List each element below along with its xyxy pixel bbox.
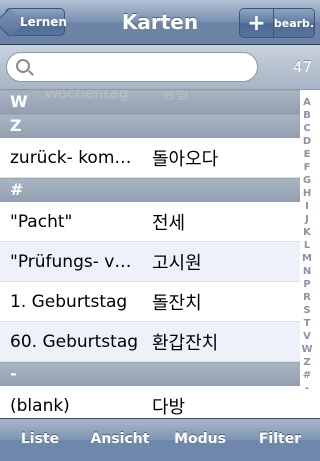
section-header: # [0,178,300,202]
list-item[interactable]: "Prüfungs- v… 고시원 [0,242,300,282]
card-list[interactable]: W Wochentag 평일 Z zurück- kom… 돌아오다 # "Pa… [0,90,300,418]
index-letter[interactable]: G [298,174,316,187]
index-letter[interactable]: T [298,317,316,330]
search-icon [16,59,30,73]
back-button[interactable]: Lernen [5,8,67,36]
toolbar-filter-button[interactable]: Filter [240,419,320,461]
add-card-button[interactable]: + [240,9,274,37]
index-letter[interactable]: D [298,135,316,148]
toolbar-mode-button[interactable]: Modus [160,419,240,461]
bottom-toolbar: Liste Ansicht Modus Filter [0,418,320,461]
index-letter[interactable]: N [298,265,316,278]
navigation-bar: Karten Lernen + bearb. [0,0,320,45]
index-letter[interactable]: K [298,226,316,239]
german-term: (blank) [10,395,70,416]
index-letter[interactable]: H [298,187,316,200]
list-item[interactable]: 60. Geburtstag 환갑잔치 [0,322,300,362]
edit-button[interactable]: bearb. [274,9,314,37]
index-letter[interactable]: V [298,330,316,343]
index-letter[interactable]: P [298,278,316,291]
index-letter[interactable]: C [298,122,316,135]
german-term: 60. Geburtstag [10,331,139,352]
index-letter[interactable]: F [298,161,316,174]
card-count: 47 [292,58,312,76]
search-field[interactable] [6,52,258,82]
index-letter[interactable]: R [298,291,316,304]
korean-term: 다방 [152,396,186,418]
ghost-row-text: Wochentag 평일 [44,90,190,102]
german-term: "Pacht" [10,211,73,232]
korean-term: 전세 [152,212,186,234]
list-item[interactable]: zurück- kom… 돌아오다 [0,138,300,178]
section-index[interactable]: A B C D E F G H I J K L M N P R S T V W Z # - [298,96,316,395]
search-input[interactable] [37,57,251,79]
german-term: zurück- kom… [10,147,132,168]
search-bar: 47 [0,45,320,90]
index-letter[interactable]: A [298,96,316,109]
german-term: "Prüfungs- v… [10,251,132,272]
index-letter[interactable]: - [298,382,316,395]
index-letter[interactable]: M [298,252,316,265]
korean-term: 환갑잔치 [152,332,219,354]
list-item[interactable]: (blank) 다방 [0,386,300,418]
section-header: Z [0,114,300,138]
nav-actions: + bearb. [239,8,315,38]
korean-term: 돌잔치 [152,292,202,314]
section-header: W Wochentag 평일 [0,90,300,114]
index-letter[interactable]: W [298,343,316,356]
index-letter[interactable]: E [298,148,316,161]
index-letter[interactable]: J [298,213,316,226]
index-letter[interactable]: Z [298,356,316,369]
index-letter[interactable]: B [298,109,316,122]
index-letter[interactable]: L [298,239,316,252]
toolbar-view-button[interactable]: Ansicht [80,419,160,461]
korean-term: 돌아오다 [152,148,219,170]
toolbar-list-button[interactable]: Liste [0,419,80,461]
section-header: - [0,362,300,386]
index-letter[interactable]: I [298,200,316,213]
german-term: 1. Geburtstag [10,291,128,312]
index-letter[interactable]: S [298,304,316,317]
index-letter[interactable]: # [298,369,316,382]
list-item[interactable]: "Pacht" 전세 [0,202,300,242]
korean-term: 고시원 [152,252,202,274]
list-item[interactable]: 1. Geburtstag 돌잔치 [0,282,300,322]
